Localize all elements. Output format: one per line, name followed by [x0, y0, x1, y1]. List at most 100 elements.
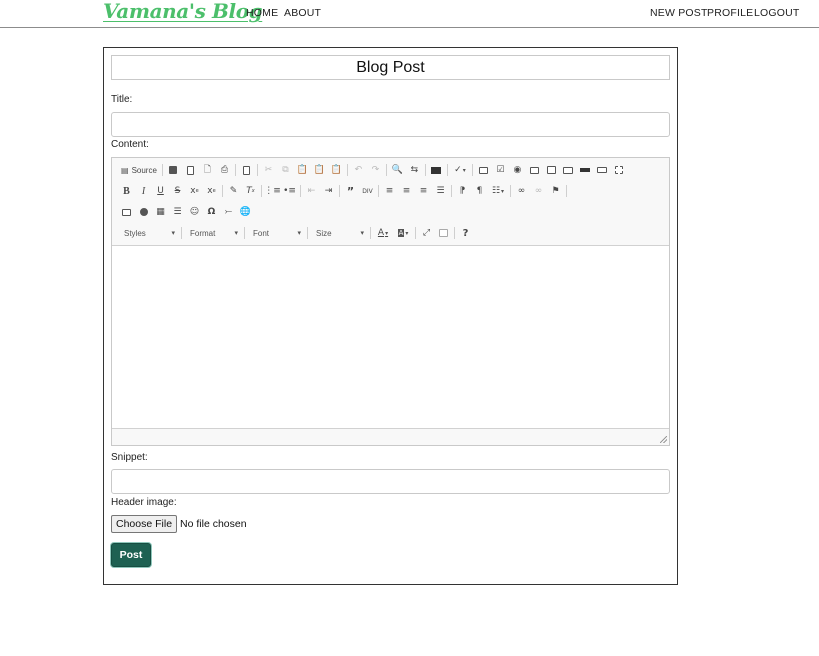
indent-icon[interactable]: ⇥ [320, 183, 337, 199]
radio-icon[interactable]: ◉ [509, 162, 526, 178]
text-color-icon[interactable]: A ▾ [373, 225, 393, 241]
select-all-icon[interactable] [428, 162, 445, 178]
language-icon[interactable]: ☷ ▾ [488, 183, 508, 199]
blockquote-icon[interactable]: ” [342, 183, 359, 199]
show-blocks-icon[interactable] [435, 225, 452, 241]
title-input[interactable] [111, 112, 670, 137]
image-button-icon[interactable] [594, 162, 611, 178]
header-image-label: Header image: [111, 497, 177, 508]
italic-icon[interactable]: I [135, 183, 152, 199]
source-button[interactable]: ▤ Source [118, 162, 160, 178]
editor-content-area[interactable] [112, 246, 669, 429]
bulleted-list-icon[interactable]: •≡ [281, 183, 298, 199]
flash-icon[interactable] [135, 204, 152, 220]
toolbar-separator [385, 164, 387, 176]
form-icon[interactable] [475, 162, 492, 178]
subscript-icon[interactable]: xe [186, 183, 203, 199]
checkbox-icon[interactable]: ☑ [492, 162, 509, 178]
format-combo[interactable]: Format ▾ [184, 226, 242, 240]
outdent-icon[interactable]: ⇤ [303, 183, 320, 199]
header-image-file-input: Choose File No file chosen [111, 515, 247, 533]
textfield-icon[interactable] [526, 162, 543, 178]
chevron-down-icon: ▾ [171, 230, 175, 237]
select-icon[interactable] [560, 162, 577, 178]
content-label: Content: [111, 139, 149, 150]
superscript-icon[interactable]: xe [203, 183, 220, 199]
toolbar-separator [346, 164, 348, 176]
nav-profile-link[interactable]: PROFILE [707, 7, 753, 19]
chevron-down-icon: ▾ [234, 230, 238, 237]
paste-word-icon[interactable]: 📋 [328, 162, 345, 178]
redo-icon[interactable]: ↷ [367, 162, 384, 178]
size-combo[interactable]: Size ▾ [310, 226, 368, 240]
preview-icon[interactable]: 🗋 [199, 162, 216, 178]
special-char-icon[interactable]: Ω [203, 204, 220, 220]
remove-format-icon[interactable]: Tx [242, 183, 259, 199]
page-break-icon[interactable]: ⤚ [220, 204, 237, 220]
format-combo-label: Format [190, 228, 216, 238]
chevron-down-icon: ▾ [297, 230, 301, 237]
snippet-input[interactable] [111, 469, 670, 494]
copy-format-icon[interactable]: ✎ [225, 183, 242, 199]
div-icon[interactable]: DIV [359, 183, 376, 199]
font-combo[interactable]: Font ▾ [247, 226, 305, 240]
strike-icon[interactable]: S [169, 183, 186, 199]
smiley-icon[interactable]: ☺ [186, 204, 203, 220]
ltr-icon[interactable]: ⁋ [454, 183, 471, 199]
find-icon[interactable]: 🔍 [389, 162, 406, 178]
chevron-down-icon: ▾ [360, 230, 364, 237]
styles-combo[interactable]: Styles ▾ [118, 226, 179, 240]
title-label: Title: [111, 94, 133, 105]
toolbar-separator [307, 227, 308, 239]
align-right-icon[interactable]: ≡ [415, 183, 432, 199]
resize-handle-icon[interactable] [660, 436, 667, 443]
bold-icon[interactable]: B [118, 183, 135, 199]
nav-new-post-link[interactable]: NEW POST [650, 7, 708, 19]
new-page-icon[interactable] [182, 162, 199, 178]
paste-text-icon[interactable]: 📋 [311, 162, 328, 178]
nav-home-link[interactable]: HOME [246, 7, 278, 19]
unlink-icon[interactable]: ∞ [530, 183, 547, 199]
toolbar-separator [256, 164, 258, 176]
maximize-icon[interactable]: ⤢ [418, 225, 435, 241]
underline-icon[interactable]: U [152, 183, 169, 199]
about-icon[interactable]: ? [457, 225, 474, 241]
paste-icon[interactable]: 📋 [294, 162, 311, 178]
save-icon[interactable] [165, 162, 182, 178]
justify-icon[interactable]: ☰ [432, 183, 449, 199]
size-combo-label: Size [316, 228, 332, 238]
link-icon[interactable]: ∞ [513, 183, 530, 199]
align-center-icon[interactable]: ≡ [398, 183, 415, 199]
iframe-icon[interactable]: 🌐 [237, 204, 254, 220]
table-icon[interactable]: ▦ [152, 204, 169, 220]
toolbar-separator [244, 227, 245, 239]
snippet-label: Snippet: [111, 452, 148, 463]
horizontal-rule-icon[interactable]: ☰ [169, 204, 186, 220]
styles-combo-label: Styles [124, 228, 146, 238]
undo-icon[interactable]: ↶ [350, 162, 367, 178]
post-button[interactable]: Post [111, 543, 151, 567]
choose-file-button[interactable]: Choose File [111, 515, 178, 533]
nav-about-link[interactable]: ABOUT [284, 7, 321, 19]
print-icon[interactable]: ⎙ [216, 162, 233, 178]
align-left-icon[interactable]: ≡ [381, 183, 398, 199]
anchor-icon[interactable]: ⚑ [547, 183, 564, 199]
content-editor: ▤ Source 🗋 ⎙ ✂ ⧉ 📋 📋 📋 ↶ ↷ 🔍 ⇆ ✓ ▾ ☑ ◉ B… [111, 157, 670, 446]
cut-icon[interactable]: ✂ [260, 162, 277, 178]
spellcheck-icon[interactable]: ✓ ▾ [450, 162, 470, 178]
hidden-field-icon[interactable] [611, 162, 628, 178]
replace-icon[interactable]: ⇆ [406, 162, 423, 178]
image-icon[interactable] [118, 204, 135, 220]
toolbar-separator [370, 227, 371, 239]
templates-icon[interactable] [238, 162, 255, 178]
brand-logo[interactable]: Vamana's Blog [103, 0, 263, 23]
toolbar-separator [446, 164, 448, 176]
bg-color-icon[interactable]: A ▾ [393, 225, 413, 241]
button-icon[interactable] [577, 162, 594, 178]
nav-logout-link[interactable]: LOGOUT [754, 7, 800, 19]
textarea-icon[interactable] [543, 162, 560, 178]
toolbar-separator [415, 227, 416, 239]
numbered-list-icon[interactable]: ⋮≡ [264, 183, 281, 199]
rtl-icon[interactable]: ¶ [471, 183, 488, 199]
copy-icon[interactable]: ⧉ [277, 162, 294, 178]
